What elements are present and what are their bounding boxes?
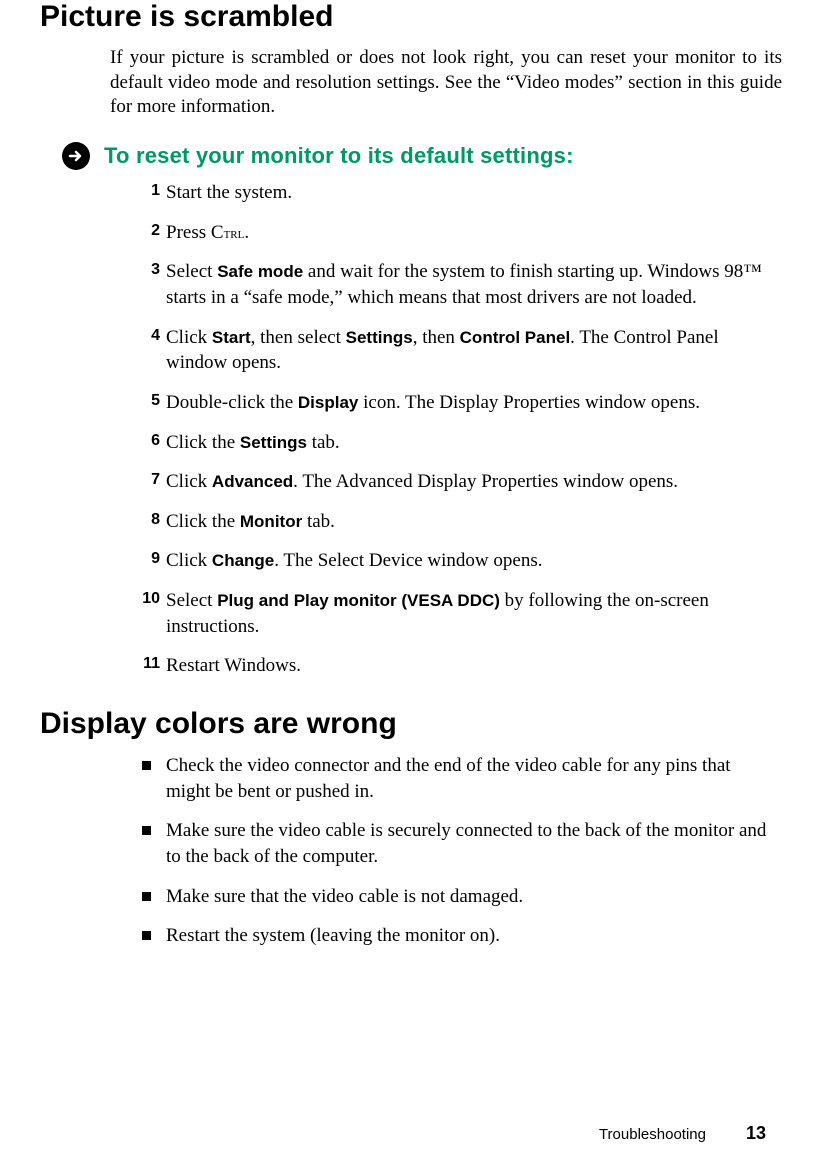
- step-8: Click the Monitor tab.: [140, 509, 772, 535]
- step-text: Click: [166, 471, 212, 492]
- step-5: Double-click the Display icon. The Displ…: [140, 390, 772, 416]
- step-text: Select: [166, 261, 217, 282]
- key-ctrl-rest: trl: [224, 225, 245, 242]
- arrow-circle-icon: [62, 142, 90, 170]
- bullet-text: Make sure that the video cable is not da…: [166, 886, 523, 907]
- footer-section-label: Troubleshooting: [599, 1126, 706, 1143]
- step-text: Select: [166, 590, 217, 611]
- procedure-heading-row: To reset your monitor to its default set…: [40, 142, 782, 170]
- step-text: Double-click the: [166, 392, 298, 413]
- step-text: Restart Windows.: [166, 655, 301, 676]
- bullet-4: Restart the system (leaving the monitor …: [140, 923, 772, 949]
- step-4: Click Start, then select Settings, then …: [140, 325, 772, 376]
- step-text-b: . The Select Device window opens.: [274, 550, 542, 571]
- step-text-b: tab.: [307, 432, 340, 453]
- step-text: Start the system.: [166, 182, 292, 203]
- step-text-c: , then: [413, 327, 460, 348]
- ui-advanced: Advanced: [212, 472, 293, 491]
- step-text-b: icon. The Display Properties window open…: [358, 392, 700, 413]
- step-text: Press: [166, 222, 211, 243]
- step-text-b: tab.: [302, 511, 335, 532]
- bullet-1: Check the video connector and the end of…: [140, 753, 772, 804]
- ui-settings-tab: Settings: [240, 433, 307, 452]
- bullet-3: Make sure that the video cable is not da…: [140, 884, 772, 910]
- step-3: Select Safe mode and wait for the system…: [140, 259, 772, 310]
- bullet-text: Check the video connector and the end of…: [166, 755, 731, 802]
- ui-display: Display: [298, 393, 358, 412]
- heading-display-colors: Display colors are wrong: [40, 707, 782, 741]
- ui-settings: Settings: [346, 328, 413, 347]
- key-ctrl-cap: C: [211, 222, 224, 243]
- page: Picture is scrambled If your picture is …: [0, 0, 822, 1166]
- step-text-end: .: [244, 222, 249, 243]
- step-9: Click Change. The Select Device window o…: [140, 548, 772, 574]
- bullet-list: Check the video connector and the end of…: [40, 753, 782, 949]
- bullet-2: Make sure the video cable is securely co…: [140, 818, 772, 869]
- ui-pnp-monitor: Plug and Play monitor (VESA DDC): [217, 591, 500, 610]
- step-2: Press Ctrl.: [140, 220, 772, 246]
- step-11: Restart Windows.: [140, 653, 772, 679]
- step-1: Start the system.: [140, 180, 772, 206]
- footer-page-number: 13: [746, 1123, 766, 1144]
- ui-safe-mode: Safe mode: [217, 262, 303, 281]
- ui-start: Start: [212, 328, 251, 347]
- heading-picture-scrambled: Picture is scrambled: [40, 0, 782, 34]
- step-text: Click the: [166, 511, 240, 532]
- intro-paragraph: If your picture is scrambled or does not…: [40, 46, 782, 120]
- page-footer: Troubleshooting 13: [599, 1123, 766, 1144]
- step-10: Select Plug and Play monitor (VESA DDC) …: [140, 588, 772, 639]
- ui-monitor-tab: Monitor: [240, 512, 302, 531]
- step-text-b: . The Advanced Display Properties window…: [293, 471, 678, 492]
- procedure-title: To reset your monitor to its default set…: [104, 143, 574, 169]
- bullet-text: Make sure the video cable is securely co…: [166, 820, 766, 867]
- step-text: Click: [166, 550, 212, 571]
- ui-change: Change: [212, 551, 274, 570]
- step-7: Click Advanced. The Advanced Display Pro…: [140, 469, 772, 495]
- ui-control-panel: Control Panel: [460, 328, 571, 347]
- step-text: Click the: [166, 432, 240, 453]
- bullet-text: Restart the system (leaving the monitor …: [166, 925, 500, 946]
- step-text-b: , then select: [251, 327, 346, 348]
- key-ctrl: Ctrl: [211, 222, 244, 243]
- step-6: Click the Settings tab.: [140, 430, 772, 456]
- steps-list: Start the system. Press Ctrl. Select Saf…: [40, 180, 782, 679]
- step-text: Click: [166, 327, 212, 348]
